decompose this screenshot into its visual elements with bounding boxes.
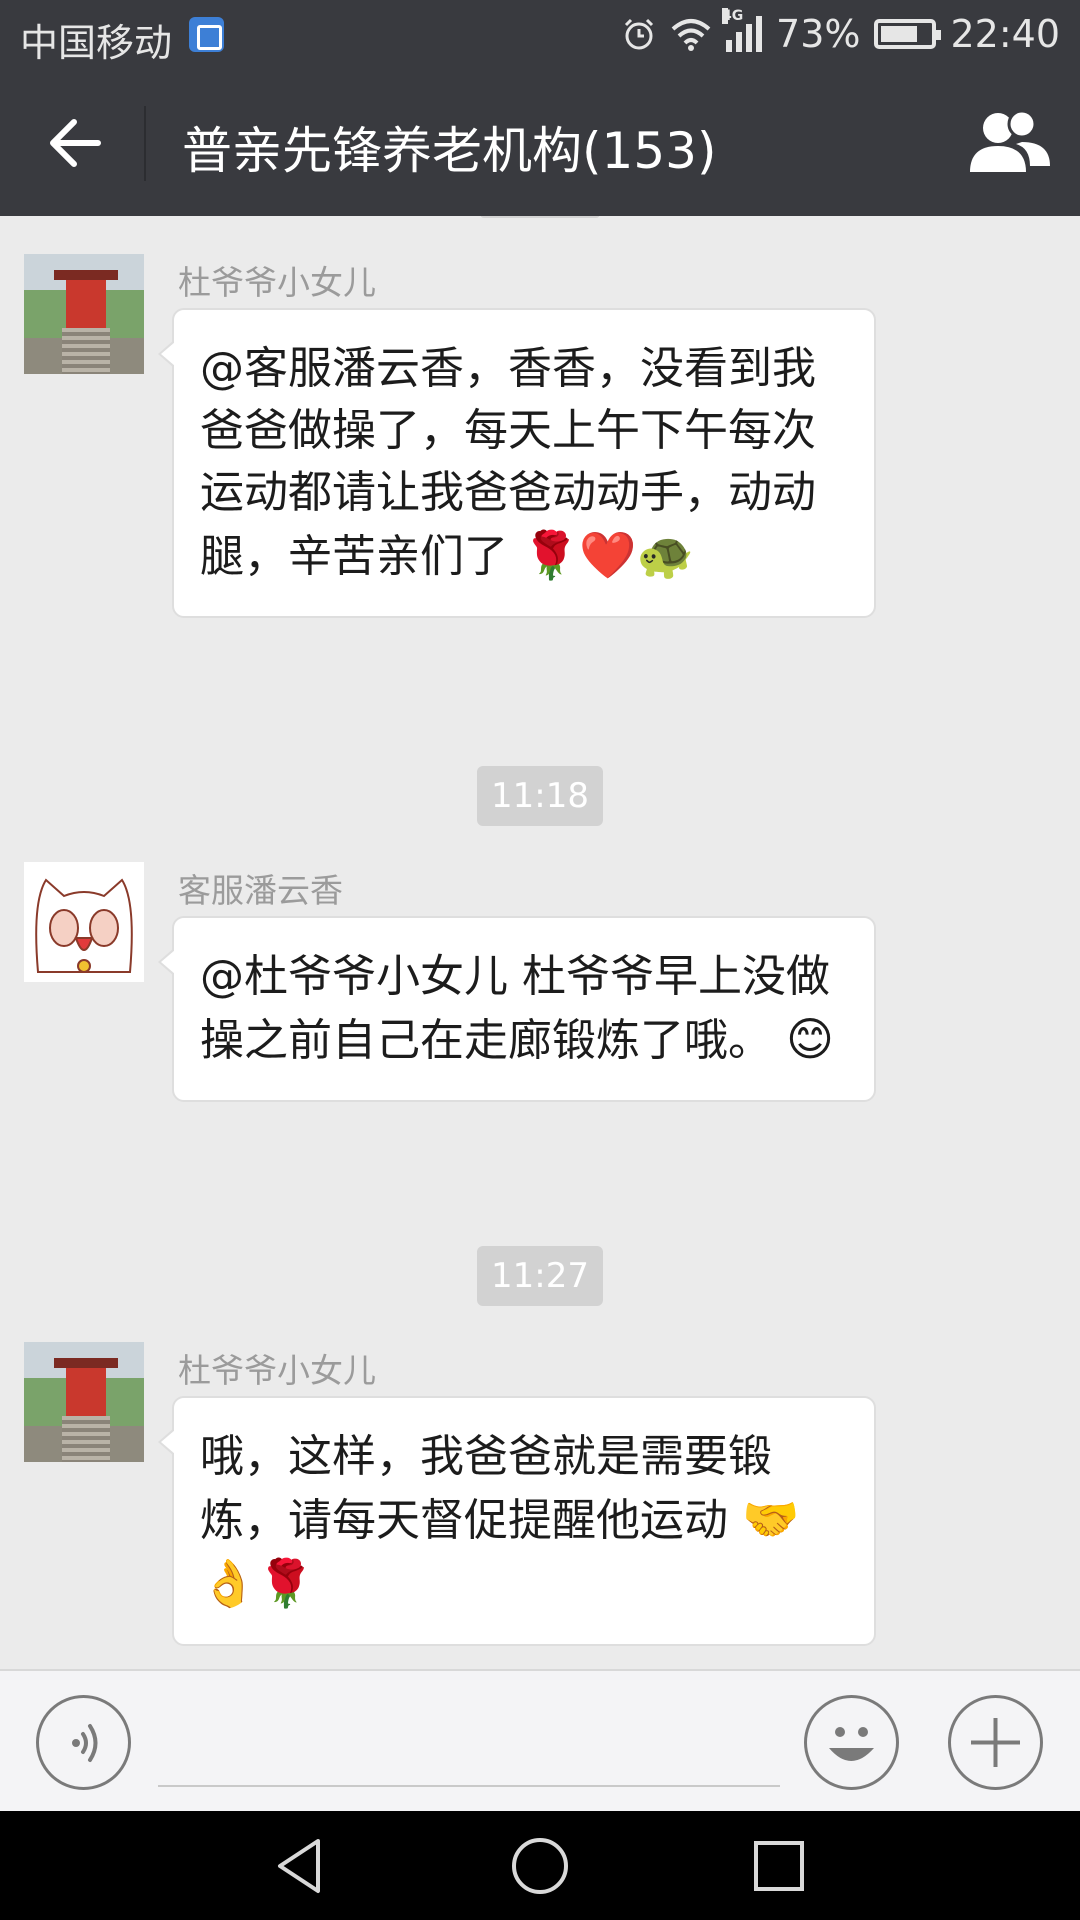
back-arrow-icon[interactable] <box>40 106 115 181</box>
message-text: 哦，这样，我爸爸就是需要锻炼，请每天督促提醒他运动 <box>200 1431 772 1546</box>
message-bubble[interactable]: @杜爷爷小女儿 杜爷爷早上没做操之前自己在走廊锻炼了哦。 😊 <box>158 916 876 1102</box>
alarm-icon <box>624 18 654 50</box>
group-members-icon[interactable] <box>964 108 1054 178</box>
status-bar: 中国移动 4G 73% 22:40 <box>0 0 1080 71</box>
battery-percent: 73% <box>776 12 861 56</box>
header-divider <box>144 106 146 181</box>
message-list[interactable]: 杜爷爷小女儿 @客服潘云香，香香，没看到我爸爸做操了，每天上午下午每次运动都请让… <box>0 216 1080 1669</box>
system-nav-bar <box>0 1811 1080 1920</box>
input-bar <box>0 1669 1080 1811</box>
battery-icon <box>874 19 942 49</box>
message-input[interactable] <box>158 1697 780 1787</box>
plus-icon <box>971 1718 1020 1767</box>
signal-icon: 4G <box>722 8 763 52</box>
nav-recents-icon[interactable] <box>746 1833 812 1899</box>
nav-home-icon[interactable] <box>507 1833 573 1899</box>
emoji-button[interactable] <box>804 1695 899 1790</box>
message-text: @杜爷爷小女儿 杜爷爷早上没做操之前自己在走廊锻炼了哦。 <box>200 951 830 1066</box>
voice-icon <box>72 1724 98 1762</box>
gallery-notification-icon <box>189 17 224 52</box>
smiley-icon <box>829 1727 874 1761</box>
wifi-icon <box>671 19 711 51</box>
nav-back-icon[interactable] <box>268 1833 334 1899</box>
clock: 22:40 <box>950 12 1060 56</box>
network-type-label: 4G <box>722 8 744 24</box>
timestamp: 11:18 <box>477 766 603 826</box>
message-text: @客服潘云香，香香，没看到我爸爸做操了，每天上午下午每次运动都请让我爸爸动动手，… <box>200 343 816 582</box>
previous-timestamp-peek <box>480 216 600 218</box>
chat-title: 普亲先锋养老机构(153) <box>182 122 717 180</box>
avatar-du-daughter[interactable] <box>24 1342 144 1462</box>
more-button[interactable] <box>948 1695 1043 1790</box>
message-emoji: 🌹❤️🐢 <box>522 528 694 582</box>
avatar-du-daughter[interactable] <box>24 254 144 374</box>
voice-button[interactable] <box>36 1695 131 1790</box>
timestamp: 11:27 <box>477 1246 603 1306</box>
message-emoji: 😊 <box>786 1012 834 1066</box>
chat-header: 普亲先锋养老机构(153) <box>0 71 1080 216</box>
avatar-service-pan[interactable] <box>24 862 144 982</box>
sender-name: 杜爷爷小女儿 <box>178 1351 376 1390</box>
sender-name: 杜爷爷小女儿 <box>178 263 376 302</box>
sender-name: 客服潘云香 <box>178 871 343 910</box>
message-bubble[interactable]: @客服潘云香，香香，没看到我爸爸做操了，每天上午下午每次运动都请让我爸爸动动手，… <box>158 308 876 618</box>
carrier-label: 中国移动 <box>20 21 173 65</box>
message-bubble[interactable]: 哦，这样，我爸爸就是需要锻炼，请每天督促提醒他运动 🤝👌🌹 <box>158 1396 876 1646</box>
